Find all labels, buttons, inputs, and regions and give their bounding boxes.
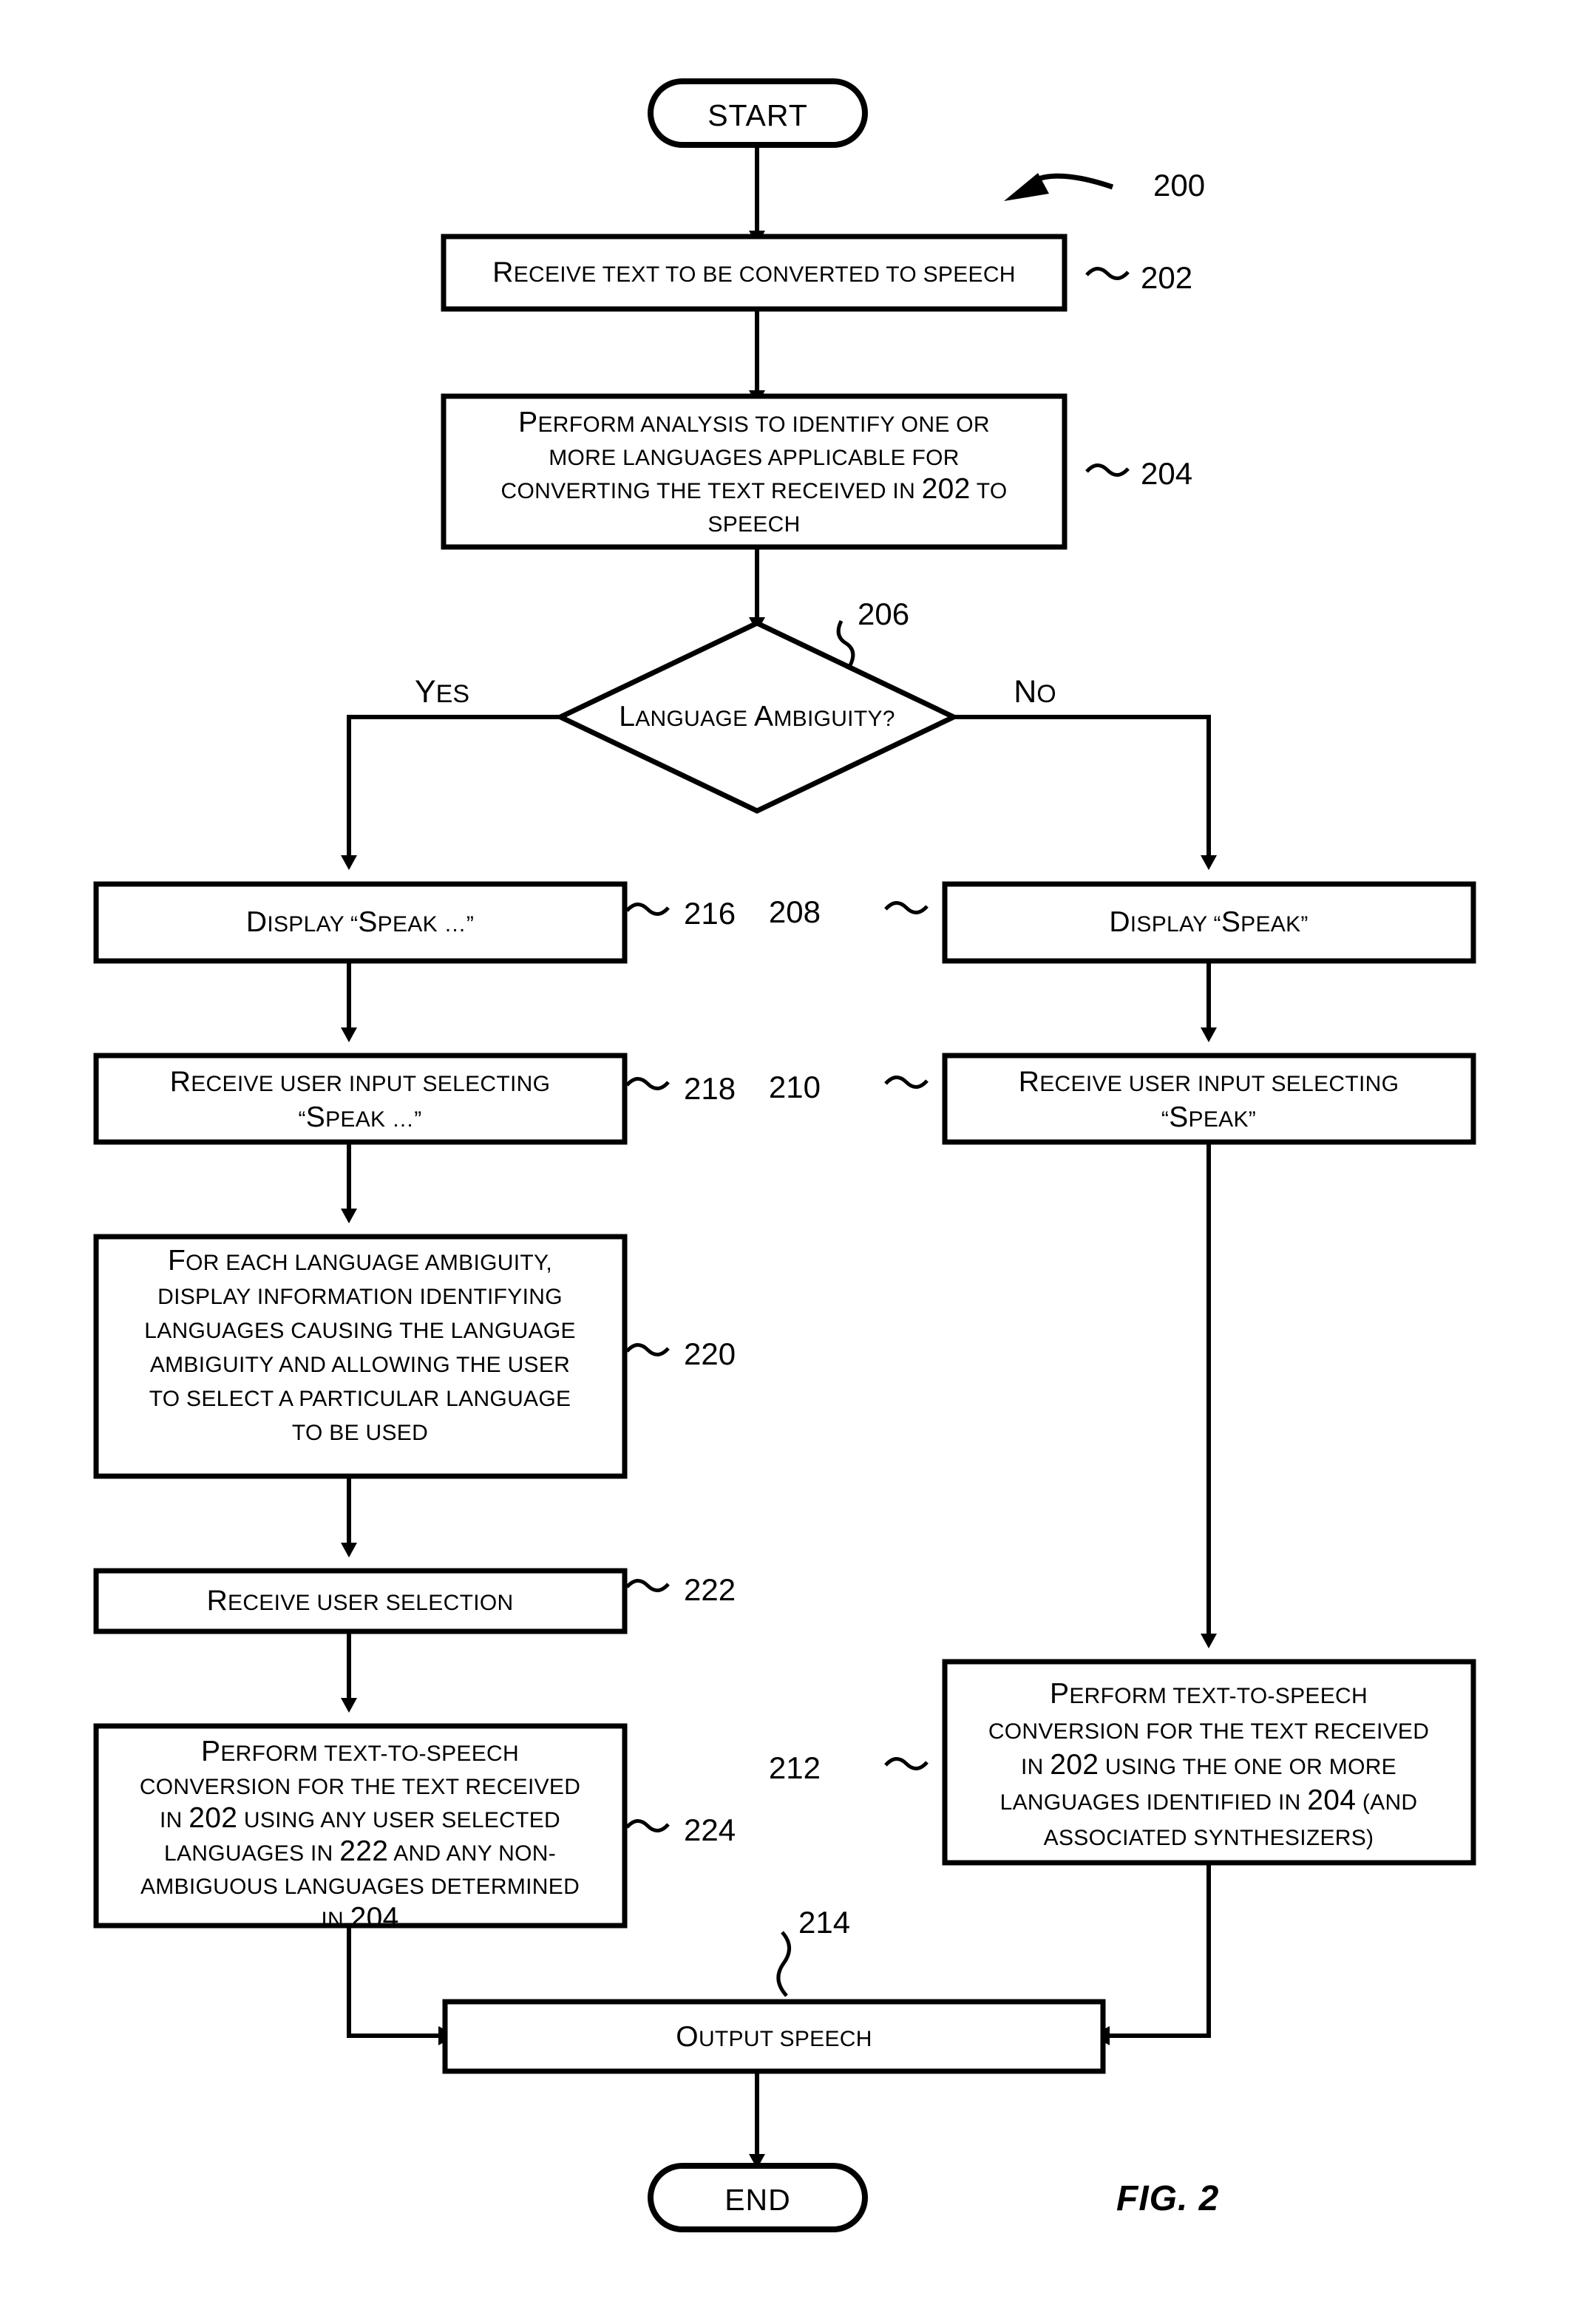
ref-212: 212 bbox=[769, 1750, 821, 1785]
leader-202 bbox=[1085, 267, 1130, 280]
node-208: DISPLAY “SPEAK” 208 bbox=[769, 881, 1476, 964]
node-210: RECEIVE USER INPUT SELECTING“SPEAK” 210 bbox=[769, 1053, 1476, 1145]
ref-204: 204 bbox=[1141, 456, 1192, 491]
text-line: MORE LANGUAGES APPLICABLE FOR bbox=[549, 446, 960, 470]
text-line: TO BE USED bbox=[292, 1421, 428, 1445]
ref-200: 200 bbox=[1153, 168, 1205, 203]
node-212: PERFORM TEXT-TO-SPEECHCONVERSION FOR THE… bbox=[769, 1659, 1476, 1866]
leader-214 bbox=[776, 1931, 791, 1997]
ref-202: 202 bbox=[1141, 260, 1192, 295]
branch-yes-text: YES bbox=[415, 674, 469, 710]
text-line: CONVERSION FOR THE TEXT RECEIVED bbox=[140, 1775, 580, 1799]
text-line: CONVERSION FOR THE TEXT RECEIVED bbox=[988, 1719, 1429, 1744]
text-line: SPEECH bbox=[707, 512, 800, 537]
node-220: FOR EACH LANGUAGE AMBIGUITY,DISPLAY INFO… bbox=[93, 1234, 736, 1479]
text-line: AMBIGUOUS LANGUAGES DETERMINED bbox=[140, 1875, 580, 1899]
text-line: LANGUAGES CAUSING THE LANGUAGE bbox=[144, 1319, 576, 1343]
node-end: END bbox=[648, 2163, 868, 2232]
node-204: PERFORM ANALYSIS TO IDENTIFY ONE ORMORE … bbox=[441, 393, 1192, 550]
flowchart-canvas: START RECEIVE TEXT TO BE CONVERTED TO SP… bbox=[93, 78, 1476, 2232]
connector-206-no-to-208 bbox=[954, 715, 1217, 870]
ref-222: 222 bbox=[684, 1572, 736, 1607]
node-218: RECEIVE USER INPUT SELECTING“SPEAK …” 21… bbox=[93, 1053, 736, 1145]
leader-208 bbox=[884, 901, 929, 914]
node-202: RECEIVE TEXT TO BE CONVERTED TO SPEECH 2… bbox=[441, 234, 1192, 312]
leader-220 bbox=[625, 1343, 670, 1356]
ref-216: 216 bbox=[684, 896, 736, 931]
start-label: START bbox=[707, 98, 808, 132]
branch-label-yes: YES bbox=[415, 674, 469, 710]
leader-212 bbox=[884, 1757, 929, 1770]
figure-label: FIG. 2 bbox=[1116, 2179, 1219, 2218]
end-label: END bbox=[724, 2183, 791, 2217]
ref-220: 220 bbox=[684, 1336, 736, 1371]
branch-label-no: NO bbox=[1014, 674, 1056, 710]
ref-214: 214 bbox=[798, 1905, 850, 1940]
leader-218 bbox=[625, 1077, 670, 1090]
node-206: LANGUAGE AMBIGUITY? 206 bbox=[554, 597, 960, 814]
node-start: START bbox=[648, 78, 868, 148]
ref-206: 206 bbox=[858, 597, 909, 631]
text-line: TO SELECT A PARTICULAR LANGUAGE bbox=[149, 1387, 571, 1411]
branch-no-text: NO bbox=[1014, 674, 1056, 710]
patent-figure-2: START RECEIVE TEXT TO BE CONVERTED TO SP… bbox=[0, 0, 1585, 2324]
node-216: DISPLAY “SPEAK …” 216 bbox=[93, 881, 736, 964]
ref-224: 224 bbox=[684, 1812, 736, 1847]
leader-216 bbox=[625, 903, 670, 916]
leader-210 bbox=[884, 1076, 929, 1089]
node-214: OUTPUT SPEECH 214 bbox=[442, 1905, 1106, 2074]
text-line: AMBIGUITY AND ALLOWING THE USER bbox=[150, 1353, 570, 1377]
ref-208: 208 bbox=[769, 894, 821, 929]
leader-224 bbox=[625, 1819, 670, 1832]
ref-218: 218 bbox=[684, 1071, 736, 1106]
leader-206 bbox=[836, 619, 855, 667]
connector-224-to-214 bbox=[347, 1926, 456, 2045]
ref-210: 210 bbox=[769, 1070, 821, 1104]
connector-212-to-214 bbox=[1092, 1863, 1211, 2045]
node-224: PERFORM TEXT-TO-SPEECHCONVERSION FOR THE… bbox=[93, 1723, 736, 1934]
text-line: DISPLAY INFORMATION IDENTIFYING bbox=[157, 1285, 563, 1309]
text-line: ASSOCIATED SYNTHESIZERS) bbox=[1044, 1826, 1374, 1850]
leader-204 bbox=[1085, 463, 1130, 477]
leader-222 bbox=[625, 1579, 670, 1592]
connector-206-yes-to-216 bbox=[341, 715, 560, 870]
